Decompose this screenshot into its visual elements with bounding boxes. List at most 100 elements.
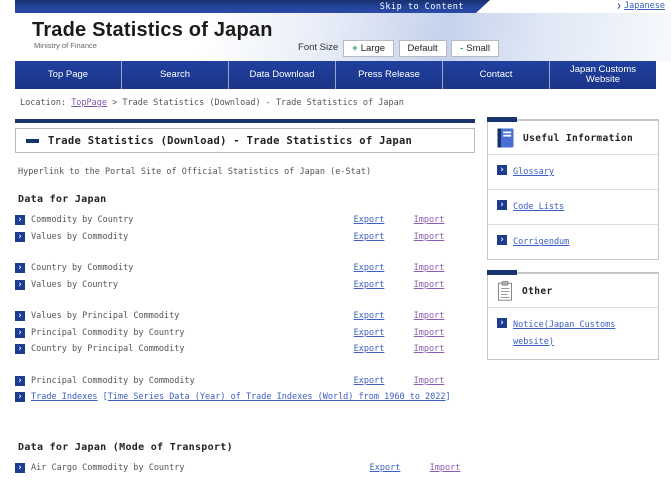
- sidebar-box-header: Useful Information: [488, 121, 658, 155]
- book-icon: [497, 128, 514, 148]
- chevron-right-icon: [617, 1, 621, 11]
- row-label: Values by Principal Commodity: [31, 311, 180, 322]
- arrow-right-icon: [15, 462, 25, 473]
- nav-item[interactable]: Japan Customs Website: [549, 61, 656, 89]
- data-row: Principal Commodity by Country Export Im…: [15, 325, 459, 342]
- japanese-link[interactable]: Japanese: [624, 1, 665, 11]
- export-link[interactable]: Export: [354, 280, 385, 290]
- section-heading: Data for Japan (Mode of Transport): [18, 441, 233, 453]
- row-label: Principal Commodity by Commodity: [31, 375, 195, 386]
- row-label: Commodity by Country: [31, 215, 134, 226]
- sidebar-box-header: Other: [488, 274, 658, 309]
- main-nav: Top Page Search Data Download Press Rele…: [15, 61, 656, 89]
- site-title: Trade Statistics of Japan: [32, 19, 273, 41]
- row-group: Commodity by Country Export Import Value…: [15, 212, 459, 245]
- sidebar-box-body: Glossary Code Lists Corrigendum: [488, 155, 658, 259]
- arrow-right-icon: [497, 318, 507, 329]
- arrow-right-icon: [497, 235, 507, 246]
- sidebar: Useful Information Glossary Code Lists C…: [487, 116, 659, 476]
- import-link[interactable]: Import: [414, 328, 445, 338]
- data-section: Data for Japan (Mode of Transport) Air C…: [15, 442, 475, 477]
- row-label: Country by Principal Commodity: [31, 344, 185, 355]
- import-link[interactable]: Import: [414, 344, 445, 354]
- export-link[interactable]: Export: [354, 263, 385, 273]
- nav-item-label: Data Download: [249, 68, 315, 80]
- skip-to-content-link[interactable]: Skip to Content: [380, 2, 464, 12]
- font-size-button[interactable]: + Large: [343, 40, 395, 57]
- arrow-right-icon: [15, 392, 25, 403]
- row-group: Country by Commodity Export Import Value…: [15, 260, 459, 293]
- sidebar-link-item: Code Lists: [488, 190, 658, 226]
- font-size-sign: -: [460, 43, 464, 54]
- sidebar-box-title: Useful Information: [523, 132, 634, 144]
- font-size-label: Font Size: [298, 42, 339, 53]
- nav-item-label: Contact: [479, 68, 513, 80]
- data-row: Country by Principal Commodity Export Im…: [15, 341, 459, 358]
- arrow-right-icon: [15, 327, 25, 338]
- sections: Data for Japan Commodity by Country Expo…: [15, 194, 475, 476]
- nav-item[interactable]: Press Release: [335, 61, 442, 89]
- import-link[interactable]: Import: [430, 463, 461, 473]
- bracket-close: ]: [445, 392, 451, 403]
- font-size-controls: Font Size + Large Default - Small: [298, 38, 499, 57]
- nav-item[interactable]: Top Page: [15, 61, 121, 89]
- import-link[interactable]: Import: [414, 232, 445, 242]
- time-series-link[interactable]: Time Series Data (Year) of Trade Indexes…: [108, 392, 446, 402]
- book-icon: [497, 128, 514, 148]
- row-label: Country by Commodity: [31, 263, 134, 274]
- font-size-sign: +: [352, 43, 358, 54]
- import-link[interactable]: Import: [414, 280, 445, 290]
- breadcrumb: Location: TopPage > Trade Statistics (Do…: [20, 98, 671, 108]
- nav-item[interactable]: Search: [121, 61, 228, 89]
- export-link[interactable]: Export: [370, 463, 401, 473]
- export-link[interactable]: Export: [354, 328, 385, 338]
- row-group: Principal Commodity by Commodity Export …: [15, 373, 459, 406]
- breadcrumb-current: Trade Statistics (Download) - Trade Stat…: [122, 98, 404, 108]
- import-link[interactable]: Import: [414, 311, 445, 321]
- data-row: Values by Country Export Import: [15, 277, 459, 294]
- page-heading-box: Trade Statistics (Download) - Trade Stat…: [15, 128, 475, 153]
- trade-indexes-link[interactable]: Trade Indexes: [31, 392, 98, 402]
- bracket-open: [: [97, 392, 108, 403]
- arrow-right-icon: [15, 231, 25, 242]
- data-row-links: Trade Indexes [Time Series Data (Year) o…: [15, 389, 459, 406]
- arrow-right-icon: [15, 344, 25, 355]
- arrow-right-icon: [15, 215, 25, 226]
- data-row: Air Cargo Commodity by Country Export Im…: [15, 460, 475, 477]
- font-size-button[interactable]: - Small: [451, 40, 499, 57]
- site-subtitle: Ministry of Finance: [34, 41, 97, 50]
- font-size-button[interactable]: Default: [398, 40, 447, 57]
- page-title: Trade Statistics (Download) - Trade Stat…: [48, 134, 413, 147]
- row-label: Values by Country: [31, 279, 118, 290]
- breadcrumb-separator: >: [112, 98, 118, 108]
- row-groups: Commodity by Country Export Import Value…: [15, 212, 475, 406]
- export-link[interactable]: Export: [354, 232, 385, 242]
- export-link[interactable]: Export: [354, 376, 385, 386]
- sidebar-link[interactable]: Glossary: [513, 164, 554, 180]
- export-link[interactable]: Export: [354, 215, 385, 225]
- nav-item-label: Search: [159, 68, 191, 80]
- sidebar-link-item: Notice(Japan Customs website): [488, 308, 658, 358]
- font-size-button-label: Default: [407, 43, 438, 54]
- sidebar-link[interactable]: Corrigendum: [513, 234, 569, 250]
- import-link[interactable]: Import: [414, 376, 445, 386]
- import-link[interactable]: Import: [414, 215, 445, 225]
- data-row: Values by Principal Commodity Export Imp…: [15, 308, 459, 325]
- main-column: Trade Statistics (Download) - Trade Stat…: [15, 119, 475, 476]
- nav-item[interactable]: Contact: [442, 61, 549, 89]
- sidebar-link[interactable]: Code Lists: [513, 199, 564, 215]
- export-link[interactable]: Export: [354, 344, 385, 354]
- row-groups: Air Cargo Commodity by Country Export Im…: [15, 460, 475, 477]
- site-brand: Trade Statistics of Japan Ministry of Fi…: [32, 19, 273, 50]
- nav-item[interactable]: Data Download: [228, 61, 335, 89]
- data-row: Commodity by Country Export Import: [15, 212, 459, 229]
- sidebar-link[interactable]: Notice(Japan Customs website): [513, 317, 649, 349]
- import-link[interactable]: Import: [414, 263, 445, 273]
- breadcrumb-home-link[interactable]: TopPage: [71, 98, 107, 108]
- arrow-right-icon: [497, 165, 507, 175]
- font-size-button-label: Large: [360, 43, 386, 54]
- data-row: Principal Commodity by Commodity Export …: [15, 373, 459, 390]
- top-strip: Skip to Content Japanese: [0, 0, 671, 13]
- export-link[interactable]: Export: [354, 311, 385, 321]
- row-links: Trade Indexes [Time Series Data (Year) o…: [31, 392, 459, 402]
